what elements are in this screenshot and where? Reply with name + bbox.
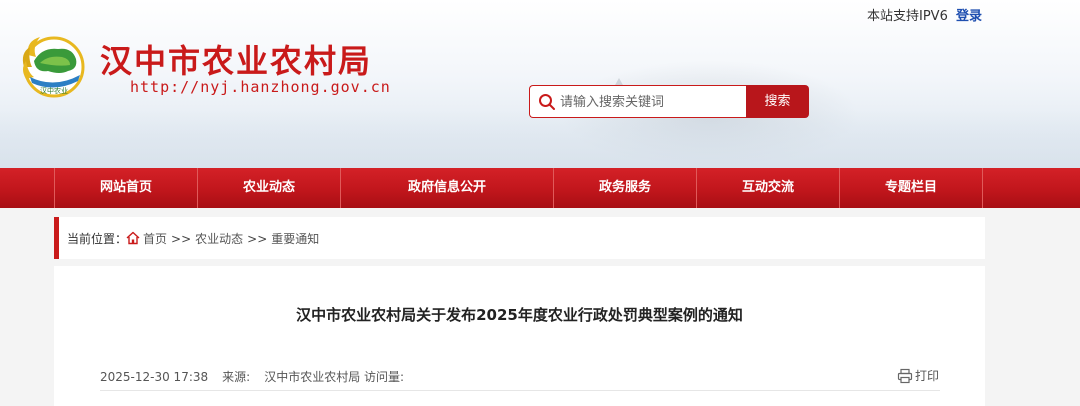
breadcrumb-separator: >> (171, 232, 192, 246)
breadcrumb-path: 首页 >> 农业动态 >> 重要通知 (143, 230, 319, 247)
print-label: 打印 (915, 369, 940, 383)
article-source: 汉中市农业农村局 (264, 370, 361, 384)
nav-item-interaction[interactable]: 互动交流 (697, 168, 840, 208)
breadcrumb-home[interactable]: 首页 (143, 232, 167, 246)
main-nav: 网站首页 农业动态 政府信息公开 政务服务 互动交流 专题栏目 (0, 168, 1080, 208)
site-logo-icon[interactable]: 汉中农业 (18, 33, 90, 99)
meta-divider (100, 390, 940, 391)
nav-item-agri-news[interactable]: 农业动态 (198, 168, 341, 208)
article-date: 2025-12-30 17:38 (100, 370, 209, 384)
home-icon[interactable] (125, 230, 141, 246)
nav-item-home[interactable]: 网站首页 (55, 168, 198, 208)
breadcrumb-label: 当前位置： (67, 232, 128, 246)
search-button[interactable]: 搜索 (746, 85, 809, 118)
nav-item-gov-info[interactable]: 政府信息公开 (341, 168, 554, 208)
search-icon (539, 94, 555, 110)
print-button[interactable]: 打印 (897, 367, 939, 384)
nav-item-topics[interactable]: 专题栏目 (840, 168, 983, 208)
article-card: 汉中市农业农村局关于发布2025年度农业行政处罚典型案例的通知 2025-12-… (54, 266, 985, 406)
top-links: 本站支持IPV6 登录 (867, 5, 982, 24)
breadcrumb-notices[interactable]: 重要通知 (271, 232, 319, 246)
breadcrumb-separator: >> (247, 232, 268, 246)
article-visits-label: 访问量: (364, 370, 405, 384)
search-box (529, 85, 747, 118)
search-bar: 搜索 (529, 85, 809, 118)
breadcrumb-accent (54, 217, 59, 259)
search-input[interactable] (560, 92, 740, 112)
article-source-label: 来源: (222, 370, 251, 384)
site-title: 汉中市农业农村局 (100, 42, 373, 80)
article-title: 汉中市农业农村局关于发布2025年度农业行政处罚典型案例的通知 (296, 306, 743, 324)
nav-item-gov-services[interactable]: 政务服务 (554, 168, 697, 208)
site-url: http://nyj.hanzhong.gov.cn (130, 78, 391, 96)
breadcrumb: 当前位置： 首页 >> 农业动态 >> 重要通知 (54, 217, 985, 259)
printer-icon (897, 368, 913, 384)
article-meta: 2025-12-30 17:38 来源: 汉中市农业农村局 访问量: (100, 368, 404, 385)
header-banner: 本站支持IPV6 登录 汉中农业 汉中市农业农村局 http://nyj.han… (0, 0, 1080, 168)
ipv6-notice: 本站支持IPV6 (867, 9, 948, 24)
breadcrumb-agri-news[interactable]: 农业动态 (195, 232, 243, 246)
login-link[interactable]: 登录 (956, 9, 982, 24)
logo-text: 汉中农业 (40, 86, 68, 95)
